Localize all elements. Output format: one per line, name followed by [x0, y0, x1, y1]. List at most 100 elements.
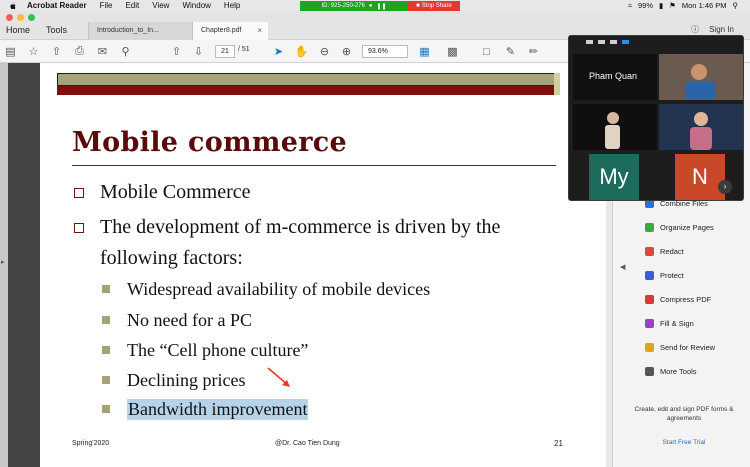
- tool-label: Fill & Sign: [660, 319, 694, 328]
- zoom-window-button[interactable]: [28, 14, 35, 21]
- close-tab-icon[interactable]: ×: [257, 26, 262, 35]
- collapse-panel-icon[interactable]: ◀: [620, 263, 625, 271]
- video-gallery-window[interactable]: Pham Quan My N: [568, 35, 744, 201]
- search-icon[interactable]: ⚲: [119, 45, 132, 58]
- battery-icon[interactable]: ▮: [659, 1, 663, 10]
- tool-compress-pdf[interactable]: Compress PDF: [645, 295, 711, 304]
- highlight-icon[interactable]: ✏: [527, 45, 540, 58]
- participant-video-tile[interactable]: [659, 54, 743, 100]
- bullet-text: following factors:: [100, 247, 243, 269]
- wifi-icon[interactable]: ≈: [628, 1, 632, 10]
- page-total: / 51: [238, 46, 250, 53]
- avatar-n[interactable]: N: [675, 154, 725, 200]
- menu-help[interactable]: Help: [224, 1, 240, 10]
- view-option-icon[interactable]: [598, 40, 605, 44]
- tool-protect[interactable]: Protect: [645, 271, 684, 280]
- participant-video-tile[interactable]: [573, 104, 657, 150]
- search-icon[interactable]: ⚲: [733, 1, 739, 10]
- participant-name: Pham Quan: [589, 71, 638, 81]
- tool-send-for-review[interactable]: Send for Review: [645, 343, 715, 352]
- hand-tool-icon[interactable]: ✋: [295, 45, 309, 58]
- apple-icon[interactable]: [8, 1, 17, 10]
- sign-in-link[interactable]: Sign In: [709, 25, 734, 34]
- gallery-view-controls: [569, 36, 745, 50]
- sub-bullet-item: The “Cell phone culture”: [102, 338, 308, 362]
- page-number-input[interactable]: 21: [215, 45, 235, 58]
- doc-tab-chapter8[interactable]: Chapter8.pdf ×: [192, 22, 268, 40]
- menu-app-name[interactable]: Acrobat Reader: [27, 1, 87, 10]
- doc-tab-introduction[interactable]: Introduction_to_In...: [88, 22, 192, 40]
- grid-view-icon[interactable]: [622, 40, 629, 44]
- meeting-id-pill[interactable]: ID: 925-250-276 ● ❚❚: [300, 1, 408, 11]
- clock[interactable]: Mon 1:46 PM: [682, 1, 727, 10]
- zoom-share-bar: ID: 925-250-276 ● ❚❚ ■ Stop Share: [300, 1, 460, 11]
- redact-icon: [645, 247, 654, 256]
- pdf-page: Mobile commerce Mobile Commerce The deve…: [40, 63, 612, 467]
- minimize-window-button[interactable]: [17, 14, 24, 21]
- slide-footer-author: @Dr. Cao Tien Dung: [275, 440, 340, 447]
- sub-bullet-text: Widespread availability of mobile device…: [127, 278, 431, 299]
- zoom-in-icon[interactable]: ⊕: [340, 45, 353, 58]
- mail-icon[interactable]: ✉: [96, 45, 109, 58]
- participant-video-tile[interactable]: [659, 104, 743, 150]
- bullet-item: Mobile Commerce: [74, 178, 251, 206]
- send-review-icon: [645, 343, 654, 352]
- stop-share-button[interactable]: ■ Stop Share: [408, 1, 460, 11]
- zoom-level-select[interactable]: 93.6%: [362, 45, 408, 58]
- flag-icon[interactable]: ⚑: [669, 1, 676, 10]
- highlighted-text-selection[interactable]: Bandwidth improvement: [127, 398, 309, 420]
- avatar-my[interactable]: My: [589, 154, 639, 200]
- fit-page-icon[interactable]: ▦: [418, 45, 431, 58]
- sub-bullet-text: The “Cell phone culture”: [127, 339, 309, 360]
- menu-window[interactable]: Window: [182, 1, 210, 10]
- tool-more-tools[interactable]: More Tools: [645, 367, 697, 376]
- annotation-arrow-icon: [267, 367, 290, 387]
- square-bullet-icon: [74, 188, 84, 198]
- prev-page-icon[interactable]: ⇧: [170, 45, 183, 58]
- close-window-button[interactable]: [6, 14, 13, 21]
- more-tools-icon: [645, 367, 654, 376]
- stop-share-label: Stop Share: [421, 3, 452, 9]
- zoom-out-icon[interactable]: ⊖: [318, 45, 331, 58]
- help-icon[interactable]: ⓘ: [691, 24, 699, 35]
- menu-view[interactable]: View: [152, 1, 169, 10]
- comment-icon[interactable]: □: [480, 45, 493, 58]
- stop-square-icon: ■: [416, 3, 420, 9]
- shield-icon: [645, 271, 654, 280]
- sub-bullet-item: Declining prices: [102, 368, 245, 392]
- tool-label: Organize Pages: [660, 223, 714, 232]
- sub-bullet-text: No need for a PC: [127, 309, 252, 330]
- view-option-icon[interactable]: [610, 40, 617, 44]
- tab-home[interactable]: Home: [6, 25, 30, 35]
- select-cursor-icon[interactable]: ➤: [272, 45, 285, 58]
- sub-bullet-text: Declining prices: [127, 369, 246, 390]
- tab-tools[interactable]: Tools: [46, 25, 67, 35]
- scroll-mode-icon[interactable]: ▩: [446, 45, 459, 58]
- tool-fill-sign[interactable]: Fill & Sign: [645, 319, 694, 328]
- view-option-icon[interactable]: [586, 40, 593, 44]
- slide-header-bar-dark: [57, 86, 557, 95]
- tool-redact[interactable]: Redact: [645, 247, 684, 256]
- doc-tab-label: Chapter8.pdf: [201, 27, 242, 34]
- bullet-text: Mobile Commerce: [100, 181, 251, 203]
- next-page-arrow-icon[interactable]: ›: [718, 180, 732, 194]
- tool-organize-pages[interactable]: Organize Pages: [645, 223, 714, 232]
- menu-file[interactable]: File: [100, 1, 113, 10]
- slide-page-number: 21: [554, 439, 563, 448]
- bullet-item: The development of m-commerce is driven …: [74, 213, 500, 241]
- filled-square-bullet-icon: [102, 346, 110, 354]
- left-nav-pane-toggle[interactable]: ▸: [0, 63, 8, 467]
- compress-icon: [645, 295, 654, 304]
- menu-edit[interactable]: Edit: [125, 1, 139, 10]
- tool-label: Compress PDF: [660, 295, 712, 304]
- print-icon[interactable]: ⎙: [73, 45, 86, 58]
- upload-icon[interactable]: ⇧: [50, 45, 63, 58]
- start-free-trial-link[interactable]: Start Free Trial: [628, 439, 740, 446]
- pen-icon[interactable]: ✎: [504, 45, 517, 58]
- organize-pages-icon: [645, 223, 654, 232]
- bookmark-star-icon[interactable]: ☆: [27, 45, 40, 58]
- participant-tile-name-only[interactable]: Pham Quan: [573, 54, 657, 100]
- save-icon[interactable]: ▤: [4, 45, 17, 58]
- avatar-initials: My: [599, 164, 629, 189]
- next-page-icon[interactable]: ⇩: [192, 45, 205, 58]
